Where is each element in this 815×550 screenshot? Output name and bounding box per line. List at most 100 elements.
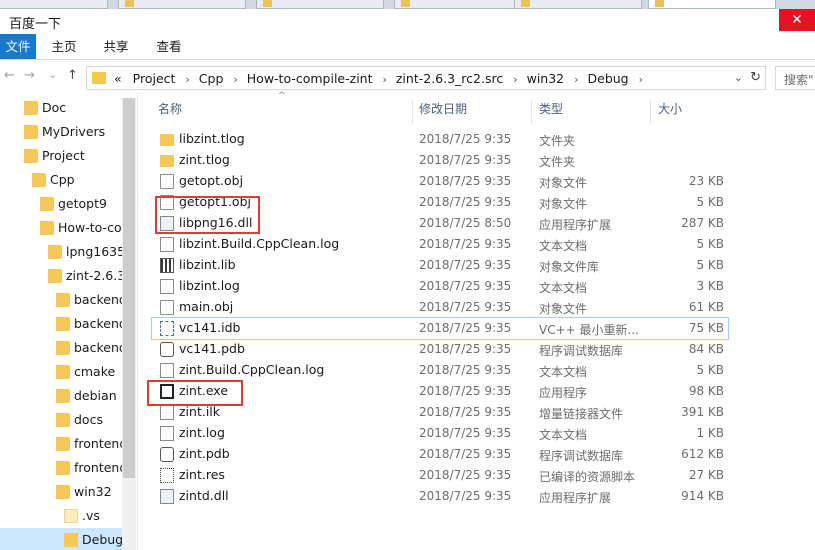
- window-tab-active[interactable]: [648, 0, 776, 9]
- recent-locations-button[interactable]: ⌄: [48, 68, 57, 81]
- breadcrumb-item[interactable]: Debug: [588, 71, 629, 86]
- chevron-down-icon[interactable]: ⌄: [734, 71, 743, 84]
- tree-item-label: MyDrivers: [42, 124, 106, 139]
- file-row[interactable]: zint.tlog 2018/7/25 9:35 文件夹: [152, 150, 728, 171]
- file-name: zint.log: [179, 425, 225, 440]
- tree-item-selected[interactable]: Debug: [0, 528, 122, 550]
- chevron-right-icon[interactable]: ›: [233, 73, 237, 86]
- window-tab[interactable]: [394, 0, 522, 9]
- breadcrumb-item[interactable]: Project: [133, 71, 176, 86]
- address-bar[interactable]: « Project › Cpp › How-to-compile-zint › …: [86, 66, 766, 90]
- file-name: zint.res: [179, 467, 225, 482]
- breadcrumb-overflow[interactable]: «: [114, 71, 122, 86]
- tree-item[interactable]: win32: [0, 480, 122, 504]
- obj-file-icon: [160, 300, 174, 315]
- file-size: 98 KB: [688, 384, 724, 398]
- window-tab[interactable]: [0, 0, 108, 9]
- close-button[interactable]: ✕: [779, 9, 815, 31]
- file-row[interactable]: libzint.lib 2018/7/25 9:35 对象文件库 5 KB: [152, 255, 728, 276]
- file-row[interactable]: libzint.tlog 2018/7/25 9:35 文件夹: [152, 129, 728, 150]
- column-header-name[interactable]: 名称: [158, 100, 408, 122]
- scrollbar-thumb[interactable]: [123, 98, 135, 478]
- breadcrumb-item[interactable]: win32: [527, 71, 565, 86]
- tree-item[interactable]: debian: [0, 384, 122, 408]
- file-name: libzint.tlog: [179, 131, 245, 146]
- file-type: 对象文件: [539, 176, 588, 190]
- file-row[interactable]: zint.log 2018/7/25 9:35 文本文档 1 KB: [152, 423, 728, 444]
- tree-item[interactable]: zint-2.6.3_: [0, 264, 122, 288]
- back-button[interactable]: ←: [4, 68, 15, 83]
- tree-item[interactable]: backend: [0, 312, 122, 336]
- chevron-right-icon[interactable]: ›: [639, 73, 643, 86]
- file-row[interactable]: libzint.Build.CppClean.log 2018/7/25 9:35…: [152, 234, 728, 255]
- folder-icon: [401, 0, 410, 7]
- pane-divider[interactable]: [137, 93, 138, 550]
- tree-item[interactable]: .vs: [0, 504, 122, 528]
- file-size: 1 KB: [696, 426, 724, 440]
- chevron-right-icon[interactable]: ›: [382, 73, 386, 86]
- file-type: 对象文件: [539, 302, 588, 316]
- tab-file[interactable]: 文件: [0, 34, 36, 59]
- breadcrumb-item[interactable]: Cpp: [199, 71, 224, 86]
- chevron-right-icon[interactable]: ›: [185, 73, 189, 86]
- tree-item[interactable]: Cpp: [0, 168, 122, 192]
- file-row[interactable]: libzint.log 2018/7/25 9:35 文本文档 3 KB: [152, 276, 728, 297]
- tree-item[interactable]: MyDrivers: [0, 120, 122, 144]
- tree-item[interactable]: getopt9: [0, 192, 122, 216]
- file-row[interactable]: zint.Build.CppClean.log 2018/7/25 9:35 文本文…: [152, 360, 728, 381]
- file-type: 程序调试数据库: [539, 449, 624, 463]
- tree-item-label: backend: [74, 316, 122, 331]
- file-row[interactable]: main.obj 2018/7/25 9:35 对象文件 61 KB: [152, 297, 728, 318]
- file-row[interactable]: zintd.dll 2018/7/25 9:35 应用程序扩展 914 KB: [152, 486, 728, 507]
- window-tab[interactable]: [256, 0, 384, 9]
- tree-item[interactable]: backend: [0, 336, 122, 360]
- window-tab[interactable]: [514, 0, 642, 9]
- navigation-bar: ← → ⌄ ↑ « Project › Cpp › How-to-compile…: [0, 61, 815, 93]
- tree-item-label: docs: [74, 412, 103, 427]
- file-row[interactable]: zint.res 2018/7/25 9:35 已编译的资源脚本 27 KB: [152, 465, 728, 486]
- chevron-right-icon[interactable]: ›: [574, 73, 578, 86]
- tree-item[interactable]: Project: [0, 144, 122, 168]
- tab-home[interactable]: 主页: [48, 34, 80, 59]
- window-tab[interactable]: [118, 0, 246, 9]
- folder-icon: [56, 317, 70, 331]
- breadcrumb-item[interactable]: zint-2.6.3_rc2.src: [396, 71, 503, 86]
- file-row[interactable]: zint.pdb 2018/7/25 9:35 程序调试数据库 612 KB: [152, 444, 728, 465]
- file-date: 2018/7/25 9:35: [419, 174, 512, 188]
- file-date: 2018/7/25 9:35: [419, 279, 512, 293]
- column-header-type[interactable]: 类型: [539, 100, 647, 122]
- column-divider[interactable]: [531, 100, 532, 124]
- file-row[interactable]: vc141.pdb 2018/7/25 9:35 程序调试数据库 84 KB: [152, 339, 728, 360]
- tree-item[interactable]: lpng1635: [0, 240, 122, 264]
- tree-scrollbar[interactable]: [122, 98, 136, 550]
- file-size: 61 KB: [688, 300, 724, 314]
- lib-file-icon: [160, 258, 174, 273]
- file-size: 5 KB: [696, 195, 724, 209]
- forward-button[interactable]: →: [24, 68, 35, 83]
- tree-item-label: win32: [74, 484, 112, 499]
- column-header-size[interactable]: 大小: [658, 100, 728, 122]
- file-row-hovered[interactable]: vc141.idb 2018/7/25 9:35 VC++ 最小重新... 75 KB: [151, 317, 729, 340]
- tab-share[interactable]: 共享: [100, 34, 132, 59]
- tree-item[interactable]: Doc: [0, 96, 122, 120]
- file-date: 2018/7/25 9:35: [419, 195, 512, 209]
- up-button[interactable]: ↑: [67, 68, 78, 83]
- folder-icon: [56, 293, 70, 307]
- tree-item[interactable]: frontend: [0, 456, 122, 480]
- file-type: 程序调试数据库: [539, 344, 624, 358]
- column-divider[interactable]: [650, 100, 651, 124]
- tab-view[interactable]: 查看: [153, 34, 185, 59]
- tree-item[interactable]: backend: [0, 288, 122, 312]
- tree-item[interactable]: frontend: [0, 432, 122, 456]
- tree-item[interactable]: How-to-co: [0, 216, 122, 240]
- refresh-icon[interactable]: ↻: [750, 70, 761, 85]
- breadcrumb-item[interactable]: How-to-compile-zint: [247, 71, 373, 86]
- file-row[interactable]: getopt.obj 2018/7/25 9:35 对象文件 23 KB: [152, 171, 728, 192]
- tree-item-label: Project: [42, 148, 85, 163]
- tree-item[interactable]: docs: [0, 408, 122, 432]
- column-divider[interactable]: [412, 100, 413, 124]
- tree-item[interactable]: cmake: [0, 360, 122, 384]
- chevron-right-icon[interactable]: ›: [513, 73, 517, 86]
- search-input[interactable]: 搜索": [775, 66, 815, 90]
- column-header-date[interactable]: 修改日期: [419, 100, 529, 122]
